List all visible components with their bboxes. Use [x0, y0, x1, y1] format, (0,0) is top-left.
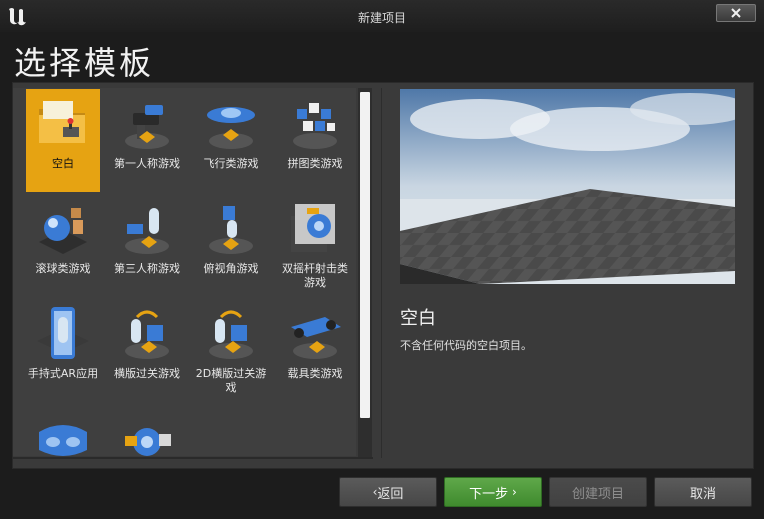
next-button-label: 下一步	[469, 486, 509, 502]
puzzle-icon	[293, 103, 337, 149]
vehicle-icon	[291, 317, 341, 359]
rolling-ball-icon	[39, 208, 87, 254]
folder-icon	[39, 101, 85, 143]
template-label: 双摇杆射击类游戏	[282, 262, 348, 289]
create-project-label: 创建项目	[571, 486, 624, 502]
template-tile-blank[interactable]: 空白	[26, 89, 100, 192]
title-bar: 新建项目	[0, 0, 764, 32]
flying-icon	[207, 107, 255, 149]
template-label: 横版过关游戏	[114, 367, 180, 380]
template-tile-vehicle-advanced[interactable]	[110, 404, 184, 456]
template-grid: 空白 第一人称游戏 飞行类游戏 拼图类游戏 滚球类游戏 第三人称游戏 俯视角游戏…	[13, 88, 356, 456]
template-tile-third-person[interactable]: 第三人称游戏	[110, 194, 184, 276]
template-tile-vr[interactable]	[26, 404, 100, 456]
side-scroller-icon	[125, 310, 169, 359]
handheld-ar-icon	[37, 307, 89, 359]
page-title: 选择模板	[14, 44, 155, 82]
twin-stick-icon	[291, 204, 335, 252]
template-label: 第三人称游戏	[114, 262, 180, 275]
template-tile-side-scroller[interactable]: 横版过关游戏	[110, 299, 184, 381]
create-project-button[interactable]: 创建项目	[549, 477, 647, 507]
close-icon	[731, 8, 741, 18]
scrollbar-thumb[interactable]	[360, 92, 370, 418]
vr-headset-icon	[39, 425, 87, 456]
template-tile-handheld-ar[interactable]: 手持式AR应用	[26, 299, 100, 381]
template-scrollbar[interactable]	[358, 88, 372, 458]
next-button[interactable]: 下一步 ›	[444, 477, 542, 507]
template-label: 飞行类游戏	[203, 157, 259, 170]
template-tile-2d-side-scroller[interactable]: 2D横版过关游戏	[194, 299, 268, 395]
2d-side-scroller-icon	[209, 310, 253, 359]
template-label: 空白	[52, 157, 74, 170]
template-tile-flying[interactable]: 飞行类游戏	[194, 89, 268, 171]
back-button[interactable]: ‹ 返回	[339, 477, 437, 507]
template-tile-vehicle[interactable]: 载具类游戏	[278, 299, 352, 381]
chevron-right-icon: ›	[508, 485, 517, 499]
window-title: 新建项目	[357, 11, 406, 25]
template-label: 俯视角游戏	[203, 262, 259, 275]
template-tile-first-person[interactable]: 第一人称游戏	[110, 89, 184, 171]
template-label: 拼图类游戏	[287, 157, 343, 170]
template-label: 滚球类游戏	[35, 262, 91, 275]
template-tile-top-down[interactable]: 俯视角游戏	[194, 194, 268, 276]
close-button[interactable]	[716, 4, 756, 22]
third-person-icon	[125, 208, 169, 254]
template-label: 2D横版过关游戏	[195, 367, 267, 394]
top-down-icon	[209, 206, 253, 254]
template-tile-twin-stick[interactable]: 双摇杆射击类游戏	[278, 194, 352, 290]
preview-title: 空白	[400, 308, 436, 329]
template-tile-puzzle[interactable]: 拼图类游戏	[278, 89, 352, 171]
grid-divider	[13, 457, 373, 459]
preview-description: 不含任何代码的空白项目。	[400, 339, 532, 352]
template-label: 第一人称游戏	[114, 157, 180, 170]
template-preview-image	[400, 89, 735, 284]
cancel-button-label: 取消	[689, 486, 716, 502]
template-label: 手持式AR应用	[27, 367, 99, 380]
first-person-icon	[125, 105, 169, 149]
preview-scene	[400, 89, 735, 284]
vehicle-advanced-icon	[125, 428, 171, 456]
panel-divider	[381, 88, 382, 458]
template-label: 载具类游戏	[287, 367, 343, 380]
cancel-button[interactable]: 取消	[654, 477, 752, 507]
template-tile-rolling[interactable]: 滚球类游戏	[26, 194, 100, 276]
back-button-label: 返回	[377, 486, 404, 502]
